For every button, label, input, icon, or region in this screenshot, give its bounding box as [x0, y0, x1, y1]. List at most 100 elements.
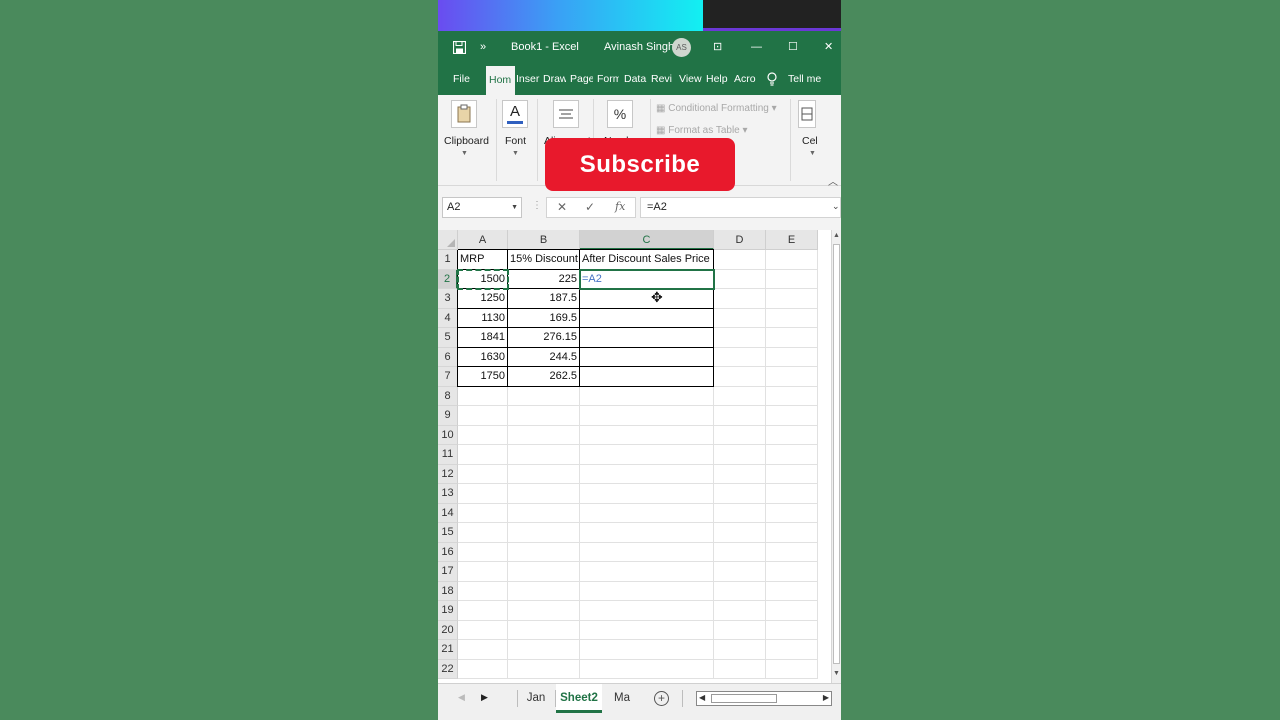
cell-c21[interactable]: [580, 640, 714, 660]
row-header-18[interactable]: 18: [438, 581, 458, 601]
save-icon[interactable]: [451, 31, 469, 64]
cell-a13[interactable]: [458, 484, 508, 504]
cell-b18[interactable]: [508, 581, 580, 601]
font-chevron-icon[interactable]: ▼: [512, 150, 519, 157]
cell-c20[interactable]: [580, 620, 714, 640]
cell-e4[interactable]: [766, 308, 818, 328]
row-header-17[interactable]: 17: [438, 562, 458, 582]
cell-b4[interactable]: 169.5: [508, 308, 580, 328]
cell-e19[interactable]: [766, 601, 818, 621]
cell-d3[interactable]: [714, 289, 766, 309]
row-header-21[interactable]: 21: [438, 640, 458, 660]
cell-d20[interactable]: [714, 620, 766, 640]
horizontal-scrollbar[interactable]: ◀ ▶: [696, 691, 832, 706]
row-header-8[interactable]: 8: [438, 386, 458, 406]
cell-d11[interactable]: [714, 445, 766, 465]
row-header-6[interactable]: 6: [438, 347, 458, 367]
user-name[interactable]: Avinash Singh: [604, 31, 674, 64]
cell-a5[interactable]: 1841: [458, 328, 508, 348]
header-cell-b[interactable]: 15% Discount: [508, 250, 580, 270]
cell-b8[interactable]: [508, 386, 580, 406]
conditional-formatting-button[interactable]: ▦ Conditional Formatting ▾: [656, 103, 777, 114]
cell-d9[interactable]: [714, 406, 766, 426]
cell-d18[interactable]: [714, 581, 766, 601]
maximize-icon[interactable]: ☐: [788, 31, 798, 64]
cell-e5[interactable]: [766, 328, 818, 348]
cell-b13[interactable]: [508, 484, 580, 504]
cell-e20[interactable]: [766, 620, 818, 640]
vertical-scrollbar[interactable]: ▲ ▼: [831, 230, 841, 683]
cell-d5[interactable]: [714, 328, 766, 348]
cell-c19[interactable]: [580, 601, 714, 621]
cell-b7[interactable]: 262.5: [508, 367, 580, 387]
row-header-19[interactable]: 19: [438, 601, 458, 621]
cell-e21[interactable]: [766, 640, 818, 660]
cell-d14[interactable]: [714, 503, 766, 523]
name-box[interactable]: A2 ▼: [442, 197, 522, 218]
cell-a22[interactable]: [458, 659, 508, 679]
cell-a4[interactable]: 1130: [458, 308, 508, 328]
row-header-5[interactable]: 5: [438, 328, 458, 348]
cell-c12[interactable]: [580, 464, 714, 484]
cells-chevron-icon[interactable]: ▼: [809, 150, 816, 157]
tab-insert[interactable]: Inser: [516, 64, 540, 95]
tab-help[interactable]: Help: [706, 64, 729, 95]
cell-d4[interactable]: [714, 308, 766, 328]
row-header-16[interactable]: 16: [438, 542, 458, 562]
cell-d21[interactable]: [714, 640, 766, 660]
cell-e7[interactable]: [766, 367, 818, 387]
tab-draw[interactable]: Draw: [543, 64, 566, 95]
cell-b21[interactable]: [508, 640, 580, 660]
paste-button[interactable]: [451, 100, 477, 128]
scroll-left-icon[interactable]: ◀: [699, 693, 705, 702]
cell-c4[interactable]: [580, 308, 714, 328]
cancel-icon[interactable]: ✕: [557, 200, 567, 214]
row-header-1[interactable]: 1: [438, 250, 458, 270]
cell-d15[interactable]: [714, 523, 766, 543]
cell-a21[interactable]: [458, 640, 508, 660]
name-box-dropdown-icon[interactable]: ▼: [511, 198, 518, 217]
cell-e17[interactable]: [766, 562, 818, 582]
tab-home[interactable]: Hom: [486, 66, 515, 95]
select-all-button[interactable]: [438, 230, 458, 250]
editing-cell-c2[interactable]: =A2: [580, 269, 714, 289]
cell-a10[interactable]: [458, 425, 508, 445]
cell-c14[interactable]: [580, 503, 714, 523]
cell-d16[interactable]: [714, 542, 766, 562]
row-header-7[interactable]: 7: [438, 367, 458, 387]
ribbon-display-options-icon[interactable]: ⊡: [713, 31, 722, 64]
row-header-14[interactable]: 14: [438, 503, 458, 523]
sheet-next-icon[interactable]: ▶: [481, 692, 488, 703]
cell-e1[interactable]: [766, 250, 818, 270]
cell-c7[interactable]: [580, 367, 714, 387]
row-header-9[interactable]: 9: [438, 406, 458, 426]
tab-acrobat[interactable]: Acro: [734, 64, 756, 95]
row-header-13[interactable]: 13: [438, 484, 458, 504]
cell-e22[interactable]: [766, 659, 818, 679]
sheet-tab-jan[interactable]: Jan: [522, 684, 550, 713]
add-sheet-icon[interactable]: +: [654, 691, 669, 706]
cell-c18[interactable]: [580, 581, 714, 601]
insert-function-icon[interactable]: fx: [615, 200, 625, 213]
cells-button[interactable]: [798, 100, 816, 128]
cell-b16[interactable]: [508, 542, 580, 562]
number-button[interactable]: %: [607, 100, 633, 128]
cell-a17[interactable]: [458, 562, 508, 582]
cell-d22[interactable]: [714, 659, 766, 679]
formula-bar-grip-icon[interactable]: ⋮: [532, 200, 542, 211]
cell-e2[interactable]: [766, 269, 818, 289]
cell-d7[interactable]: [714, 367, 766, 387]
close-icon[interactable]: ✕: [824, 31, 833, 64]
cell-b3[interactable]: 187.5: [508, 289, 580, 309]
column-header-c[interactable]: C: [580, 230, 714, 250]
tab-data[interactable]: Data: [624, 64, 647, 95]
cell-b19[interactable]: [508, 601, 580, 621]
cell-b17[interactable]: [508, 562, 580, 582]
scroll-down-icon[interactable]: ▼: [833, 670, 840, 677]
cell-a3[interactable]: 1250: [458, 289, 508, 309]
row-header-3[interactable]: 3: [438, 289, 458, 309]
cell-e6[interactable]: [766, 347, 818, 367]
header-cell-a[interactable]: MRP: [458, 250, 508, 270]
cell-a20[interactable]: [458, 620, 508, 640]
cell-c11[interactable]: [580, 445, 714, 465]
